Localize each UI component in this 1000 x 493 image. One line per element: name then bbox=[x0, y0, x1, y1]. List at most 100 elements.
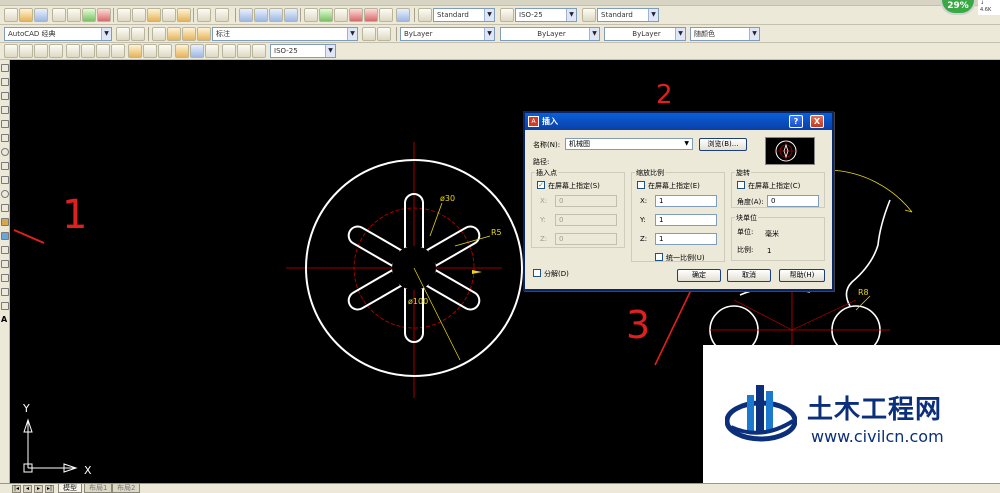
calculator-icon[interactable] bbox=[379, 8, 393, 22]
dim-update-icon[interactable] bbox=[252, 44, 266, 58]
explode-checkbox[interactable] bbox=[533, 269, 541, 277]
design-center-icon[interactable] bbox=[319, 8, 333, 22]
text-style-select[interactable]: Standard ▼ bbox=[433, 8, 495, 22]
last-tab-icon[interactable]: ▸| bbox=[45, 485, 54, 493]
layer-freeze-icon[interactable] bbox=[182, 27, 196, 41]
construction-line-icon[interactable] bbox=[1, 78, 9, 86]
ordinate-dim-icon[interactable] bbox=[49, 44, 63, 58]
hatch-icon[interactable] bbox=[1, 260, 9, 268]
revision-cloud-icon[interactable] bbox=[1, 162, 9, 170]
paste-icon[interactable] bbox=[147, 8, 161, 22]
spline-icon[interactable] bbox=[1, 176, 9, 184]
properties-icon[interactable] bbox=[304, 8, 318, 22]
quick-leader-icon[interactable] bbox=[175, 44, 189, 58]
rotation-onscreen-checkbox[interactable] bbox=[737, 181, 745, 189]
scale-z-input[interactable]: 1 bbox=[655, 233, 717, 245]
cancel-button[interactable]: 取消 bbox=[727, 269, 771, 282]
markup-icon[interactable] bbox=[364, 8, 378, 22]
jogged-dim-icon[interactable] bbox=[81, 44, 95, 58]
table-style-icon[interactable] bbox=[582, 8, 596, 22]
redo-icon[interactable] bbox=[215, 8, 229, 22]
print-icon[interactable] bbox=[52, 8, 66, 22]
angular-dim-icon[interactable] bbox=[111, 44, 125, 58]
layer-on-icon[interactable] bbox=[167, 27, 181, 41]
arc-length-icon[interactable] bbox=[34, 44, 48, 58]
zoom-realtime-icon[interactable] bbox=[254, 8, 268, 22]
multiline-text-icon[interactable]: A bbox=[1, 316, 9, 324]
dim-style-icon[interactable] bbox=[500, 8, 514, 22]
dialog-close-button[interactable]: X bbox=[810, 115, 824, 128]
rectangle-icon[interactable] bbox=[1, 120, 9, 128]
block-editor-icon[interactable] bbox=[177, 8, 191, 22]
insertion-onscreen-checkbox[interactable]: ✓ bbox=[537, 181, 545, 189]
region-icon[interactable] bbox=[1, 288, 9, 296]
lineweight-select[interactable]: ByLayer ▼ bbox=[604, 27, 686, 41]
match-properties-icon[interactable] bbox=[162, 8, 176, 22]
cut-icon[interactable] bbox=[117, 8, 131, 22]
insert-block-icon[interactable] bbox=[1, 218, 9, 226]
workspace-settings-icon[interactable] bbox=[116, 27, 130, 41]
radius-dim-icon[interactable] bbox=[66, 44, 80, 58]
new-file-icon[interactable] bbox=[4, 8, 18, 22]
pan-icon[interactable] bbox=[239, 8, 253, 22]
ellipse-icon[interactable] bbox=[1, 190, 9, 198]
ellipse-arc-icon[interactable] bbox=[1, 204, 9, 212]
line-icon[interactable] bbox=[1, 64, 9, 72]
make-current-layer-icon[interactable] bbox=[362, 27, 376, 41]
open-file-icon[interactable] bbox=[19, 8, 33, 22]
arc-icon[interactable] bbox=[1, 134, 9, 142]
layer-manager-icon[interactable] bbox=[152, 27, 166, 41]
print-preview-icon[interactable] bbox=[67, 8, 81, 22]
table-icon[interactable] bbox=[1, 302, 9, 310]
workspace-select[interactable]: AutoCAD 经典 ▼ bbox=[4, 27, 112, 41]
uniform-scale-checkbox[interactable] bbox=[655, 253, 663, 261]
zoom-previous-icon[interactable] bbox=[284, 8, 298, 22]
dim-style-select[interactable]: ISO-25 ▼ bbox=[515, 8, 577, 22]
quick-dim-icon[interactable] bbox=[128, 44, 142, 58]
layer-lock-icon[interactable] bbox=[197, 27, 211, 41]
dialog-help-button[interactable]: ? bbox=[789, 115, 803, 128]
scale-onscreen-checkbox[interactable] bbox=[637, 181, 645, 189]
scale-x-input[interactable]: 1 bbox=[655, 195, 717, 207]
ok-button[interactable]: 确定 bbox=[677, 269, 721, 282]
sheet-set-icon[interactable] bbox=[349, 8, 363, 22]
dialog-titlebar[interactable]: A 插入 ? X bbox=[525, 113, 832, 130]
center-mark-icon[interactable] bbox=[205, 44, 219, 58]
insertion-y-input[interactable]: 0 bbox=[555, 214, 617, 226]
scale-y-input[interactable]: 1 bbox=[655, 214, 717, 226]
angle-input[interactable]: 0 bbox=[767, 195, 819, 207]
insertion-z-input[interactable]: 0 bbox=[555, 233, 617, 245]
diameter-dim-icon[interactable] bbox=[96, 44, 110, 58]
tolerance-icon[interactable] bbox=[190, 44, 204, 58]
zoom-window-icon[interactable] bbox=[269, 8, 283, 22]
dim-edit-icon[interactable] bbox=[222, 44, 236, 58]
aligned-dim-icon[interactable] bbox=[19, 44, 33, 58]
workspace-save-icon[interactable] bbox=[131, 27, 145, 41]
tab-layout2[interactable]: 布局2 bbox=[112, 484, 141, 493]
make-block-icon[interactable] bbox=[1, 232, 9, 240]
3d-dwf-icon[interactable] bbox=[97, 8, 111, 22]
insertion-x-input[interactable]: 0 bbox=[555, 195, 617, 207]
undo-icon[interactable] bbox=[197, 8, 211, 22]
table-style-select[interactable]: Standard ▼ bbox=[597, 8, 659, 22]
linetype-select[interactable]: ByLayer ▼ bbox=[500, 27, 600, 41]
baseline-dim-icon[interactable] bbox=[143, 44, 157, 58]
plot-style-select[interactable]: 随颜色 ▼ bbox=[690, 27, 760, 41]
tool-palettes-icon[interactable] bbox=[334, 8, 348, 22]
polygon-icon[interactable] bbox=[1, 106, 9, 114]
linear-dim-icon[interactable] bbox=[4, 44, 18, 58]
point-icon[interactable] bbox=[1, 246, 9, 254]
continue-dim-icon[interactable] bbox=[158, 44, 172, 58]
copy-icon[interactable] bbox=[132, 8, 146, 22]
help-button[interactable]: 帮助(H) bbox=[779, 269, 825, 282]
gradient-icon[interactable] bbox=[1, 274, 9, 282]
first-tab-icon[interactable]: |◂ bbox=[12, 485, 21, 493]
browse-button[interactable]: 浏览(B)... bbox=[699, 138, 747, 151]
text-style-icon[interactable] bbox=[418, 8, 432, 22]
dim-style-select-2[interactable]: ISO-25 ▼ bbox=[270, 44, 336, 58]
layer-previous-icon[interactable] bbox=[377, 27, 391, 41]
layer-select[interactable]: 标注 ▼ bbox=[212, 27, 358, 41]
next-tab-icon[interactable]: ▸ bbox=[34, 485, 43, 493]
save-icon[interactable] bbox=[34, 8, 48, 22]
polyline-icon[interactable] bbox=[1, 92, 9, 100]
